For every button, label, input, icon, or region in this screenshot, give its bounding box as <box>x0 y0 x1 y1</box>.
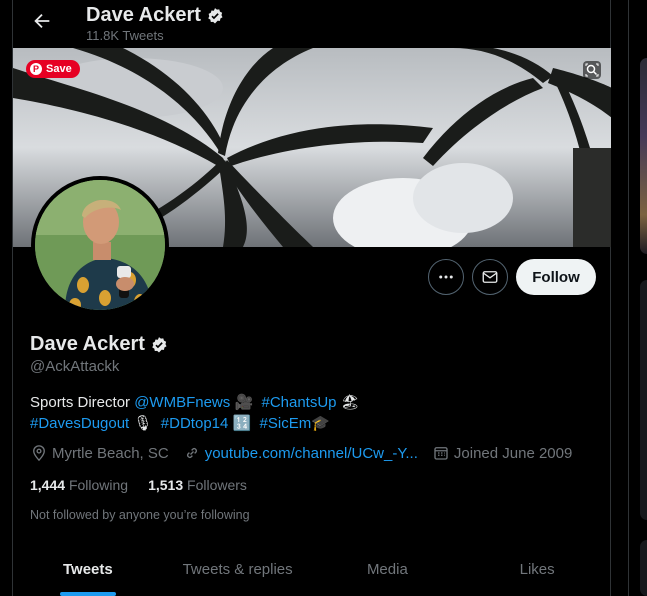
bio-line-2: #DavesDugout 🎙 #DDtop14 🔢 #SicEm🎓 <box>30 413 590 434</box>
camera-emoji: 🎥 <box>234 393 254 411</box>
location-icon <box>33 445 45 462</box>
bio-hashtag-sicem[interactable]: #SicEm <box>260 415 312 432</box>
tab-label: Tweets & replies <box>182 561 293 578</box>
followers-label: Followers <box>187 477 247 493</box>
header-name-row: Dave Ackert <box>86 4 224 27</box>
tab-media[interactable]: Media <box>313 548 463 596</box>
link-icon <box>186 447 197 459</box>
follow-button[interactable]: Follow <box>516 259 596 295</box>
bio-hashtag-ddtop14[interactable]: #DDtop14 <box>161 415 229 432</box>
back-arrow-icon[interactable] <box>31 10 53 32</box>
active-tab-indicator <box>59 592 116 596</box>
bio-line-1: Sports Director @WMBFnews 🎥 #ChantsUp 🏖 <box>30 392 590 413</box>
tab-label: Likes <box>519 561 555 578</box>
numbers-emoji: 🔢 <box>232 414 252 432</box>
tab-tweets-replies[interactable]: Tweets & replies <box>163 548 313 596</box>
calendar-icon <box>434 447 448 460</box>
pinterest-icon: P <box>30 63 42 75</box>
header-name: Dave Ackert <box>86 4 201 26</box>
verified-badge-icon <box>208 7 223 23</box>
profile-tabs: Tweets Tweets & replies Media Likes <box>13 548 612 596</box>
tab-label: Tweets <box>63 561 113 578</box>
message-icon <box>482 271 498 283</box>
tab-likes[interactable]: Likes <box>462 548 612 596</box>
right-divider <box>628 0 629 596</box>
verified-badge-icon <box>152 336 167 352</box>
tab-label: Media <box>366 561 408 578</box>
graduation-cap-emoji: 🎓 <box>311 414 330 432</box>
profile-handle: @AckAttackk <box>30 358 120 375</box>
profile-bio: Sports Director @WMBFnews 🎥 #ChantsUp 🏖 … <box>30 392 590 434</box>
bio-hashtag-davesdugout[interactable]: #DavesDugout <box>30 415 129 432</box>
followers-link[interactable]: 1,513 Followers <box>148 477 247 493</box>
following-link[interactable]: 1,444 Following <box>30 477 128 493</box>
followers-count: 1,513 <box>148 477 184 493</box>
sidebar-card[interactable] <box>640 280 647 520</box>
tab-tweets[interactable]: Tweets <box>13 548 163 596</box>
profile-meta: Myrtle Beach, SC youtube.com/channel/UCw… <box>30 444 586 462</box>
following-label: Following <box>68 477 129 493</box>
more-icon <box>439 275 453 279</box>
following-count: 1,444 <box>30 477 66 493</box>
location-text: Myrtle Beach, SC <box>52 444 169 462</box>
not-followed-note: Not followed by anyone you’re following <box>30 508 250 522</box>
lens-icon[interactable] <box>583 61 601 79</box>
header-tweet-count: 11.8K Tweets <box>86 28 164 43</box>
website-link[interactable]: youtube.com/channel/UCw_-Y... <box>205 445 418 462</box>
joined-item: Joined June 2009 <box>432 444 572 462</box>
bio-text: Sports Director <box>30 394 135 411</box>
profile-name-row: Dave Ackert <box>30 333 168 356</box>
bio-link-wmbfnews[interactable]: @WMBFnews <box>134 394 230 411</box>
profile-header: Dave Ackert 11.8K Tweets <box>13 0 612 48</box>
follow-counts: 1,444 Following 1,513 Followers <box>30 477 247 493</box>
profile-name: Dave Ackert <box>30 333 145 355</box>
beach-emoji: 🏖 <box>340 393 360 411</box>
microphone-emoji: 🎙 <box>133 414 153 432</box>
save-label: Save <box>46 63 72 75</box>
message-button[interactable] <box>472 259 508 295</box>
sidebar-card[interactable] <box>640 540 647 596</box>
website-item[interactable]: youtube.com/channel/UCw_-Y... <box>183 444 418 462</box>
more-button[interactable] <box>428 259 464 295</box>
bio-hashtag-chantsup[interactable]: #ChantsUp <box>261 394 336 411</box>
pinterest-save-button[interactable]: P Save <box>26 60 80 78</box>
sidebar-card[interactable] <box>640 58 647 254</box>
joined-text: Joined June 2009 <box>453 444 573 462</box>
location-item: Myrtle Beach, SC <box>30 444 169 462</box>
avatar[interactable] <box>31 176 169 314</box>
profile-column: Dave Ackert 11.8K Tweets P Save Follow D… <box>12 0 612 596</box>
